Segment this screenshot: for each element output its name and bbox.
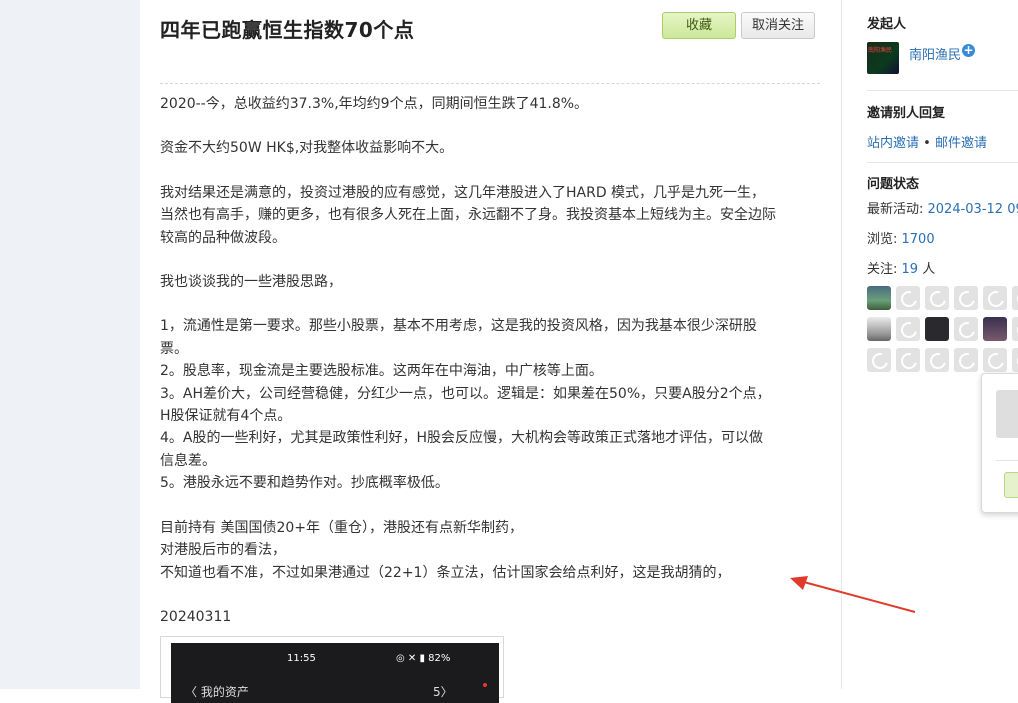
follow-plus-icon[interactable]: + [962, 44, 975, 57]
content-date: 20240311 [160, 608, 232, 625]
latest-value[interactable]: 2024-03-12 09: [928, 202, 1018, 217]
status-heading: 问题状态 [867, 177, 920, 192]
title-divider [160, 83, 820, 84]
default-avatar-icon [956, 350, 978, 372]
unfollow-button[interactable]: 取消关注 [741, 12, 815, 39]
views-count: 浏览: 1700 [867, 228, 935, 247]
follower-avatar[interactable] [925, 286, 949, 310]
default-avatar-icon [927, 288, 949, 310]
follows-value[interactable]: 19 [902, 262, 919, 277]
question-content: 2020--今，总收益约37.3%,年均约9个点，同期间恒生跌了41.8%。 资… [160, 93, 825, 628]
notification-dot [483, 683, 487, 687]
invite-separator: • [919, 136, 935, 151]
content-line: 较高的品种做波段。 [160, 229, 286, 246]
follower-avatar[interactable] [1012, 317, 1018, 341]
follower-avatar[interactable] [983, 348, 1007, 372]
follower-avatar[interactable] [1012, 348, 1018, 372]
sidebar: 发起人 南阳渔民 南阳渔民 + 邀请别人回复 站内邀请 • 邮件邀请 问题状态 … [841, 0, 1018, 689]
content-line: 5。港股永远不要和趋势作对。抄底概率极低。 [160, 475, 449, 492]
collect-button[interactable]: 收藏 [662, 12, 736, 39]
hover-card-follow-button[interactable] [1004, 472, 1018, 498]
avatar-text: 南阳渔民 [868, 47, 893, 54]
default-avatar-icon [956, 319, 978, 341]
default-avatar-icon [927, 350, 949, 372]
follows-count: 关注: 19 人 [867, 258, 935, 277]
latest-activity: 最新活动: 2024-03-12 09: [867, 198, 1018, 217]
views-label: 浏览: [867, 232, 902, 247]
follower-avatar[interactable] [867, 317, 891, 341]
default-avatar-icon [898, 319, 920, 341]
question-main: 四年已跑赢恒生指数70个点 收藏 取消关注 2020--今，总收益约37.3%,… [140, 0, 840, 703]
follower-avatar[interactable] [954, 348, 978, 372]
content-line: 当然也有高手，赚的更多，也有很多人死在上面，永远翻不了身。我投资基本上短线为主。… [160, 207, 776, 224]
default-avatar-icon [898, 350, 920, 372]
content-line: 3。AH差价大，公司经营稳健，分红少一点，也可以。逻辑是：如果差在50%，只要A… [160, 385, 771, 402]
content-line: 2020--今，总收益约37.3%,年均约9个点，同期间恒生跌了41.8%。 [160, 96, 589, 112]
latest-label: 最新活动: [867, 202, 928, 217]
default-avatar-icon [1014, 350, 1018, 372]
content-line: 票。 [160, 340, 188, 357]
content-line: 目前持有 美国国债20+年（重仓），港股还有点新华制药， [160, 519, 523, 536]
phone-status-icons: ◎ ✕ ▮ 82% [396, 653, 451, 664]
question-title: 四年已跑赢恒生指数70个点 [160, 18, 415, 42]
follower-avatar[interactable] [983, 286, 1007, 310]
hover-card-avatar[interactable] [996, 390, 1018, 438]
invite-links: 站内邀请 • 邮件邀请 [867, 132, 987, 151]
initiator-heading: 发起人 [867, 17, 907, 32]
content-line: 我对结果还是满意的，投资过港股的应有感觉，这几年港股进入了HARD 模式，几乎是… [160, 184, 766, 201]
default-avatar-icon [956, 288, 978, 310]
follower-avatar[interactable] [896, 286, 920, 310]
default-avatar-icon [898, 288, 920, 310]
initiator-name[interactable]: 南阳渔民 [909, 44, 961, 63]
content-line: 不知道也看不准，不过如果港通过（22+1）条立法，估计国家会给点利好，这是我胡猜… [160, 564, 731, 581]
invite-heading: 邀请别人回复 [867, 106, 946, 121]
default-avatar-icon [1014, 319, 1018, 341]
follows-unit: 人 [918, 262, 936, 277]
default-avatar-icon [1014, 288, 1018, 310]
left-gutter [0, 0, 141, 689]
content-line: 4。A股的一些利好，尤其是政策性利好，H股会反应慢，大机构会等政策正式落地才评估… [160, 430, 764, 447]
follower-avatar[interactable] [954, 317, 978, 341]
follower-avatar[interactable] [896, 348, 920, 372]
follower-avatar[interactable] [896, 317, 920, 341]
invite-internal-link[interactable]: 站内邀请 [867, 136, 919, 151]
follower-avatar[interactable] [867, 348, 891, 372]
follows-label: 关注: [867, 262, 902, 277]
content-line: 对港股后市的看法， [160, 542, 286, 559]
hover-card-divider [996, 460, 1018, 461]
follower-avatar[interactable] [867, 286, 891, 310]
follower-avatar[interactable] [1012, 286, 1018, 310]
content-line: 资金不大约50W HK$,对我整体收益影响不大。 [160, 140, 454, 157]
sidebar-divider [867, 162, 1018, 163]
content-line: H股保证就有4个点。 [160, 408, 292, 425]
default-avatar-icon [869, 350, 891, 372]
phone-right-label: 5〉 [433, 685, 453, 699]
sidebar-divider [867, 90, 1018, 91]
phone-screenshot: 11:55 ◎ ✕ ▮ 82% 〈 我的资产 5〉 [171, 643, 499, 703]
default-avatar-icon [985, 288, 1007, 310]
follower-avatar[interactable] [925, 348, 949, 372]
follower-avatar[interactable] [954, 286, 978, 310]
content-line: 信息差。 [160, 452, 216, 469]
invite-email-link[interactable]: 邮件邀请 [935, 136, 987, 151]
phone-time: 11:55 [287, 653, 316, 664]
default-avatar-icon [985, 350, 1007, 372]
avatar[interactable]: 南阳渔民 [867, 42, 899, 74]
content-line: 我也谈谈我的一些港股思路， [160, 274, 342, 291]
content-line: 2。股息率，现金流是主要选股标准。这两年在中海油，中广核等上面。 [160, 363, 603, 380]
phone-back-title: 〈 我的资产 [185, 685, 249, 699]
follower-avatar[interactable] [925, 317, 949, 341]
user-hover-card [981, 373, 1018, 513]
views-value: 1700 [901, 232, 935, 247]
follower-avatar[interactable] [983, 317, 1007, 341]
content-line: 1，流通性是第一要求。那些小股票，基本不用考虑，这是我的投资风格，因为我基本很少… [160, 318, 757, 335]
